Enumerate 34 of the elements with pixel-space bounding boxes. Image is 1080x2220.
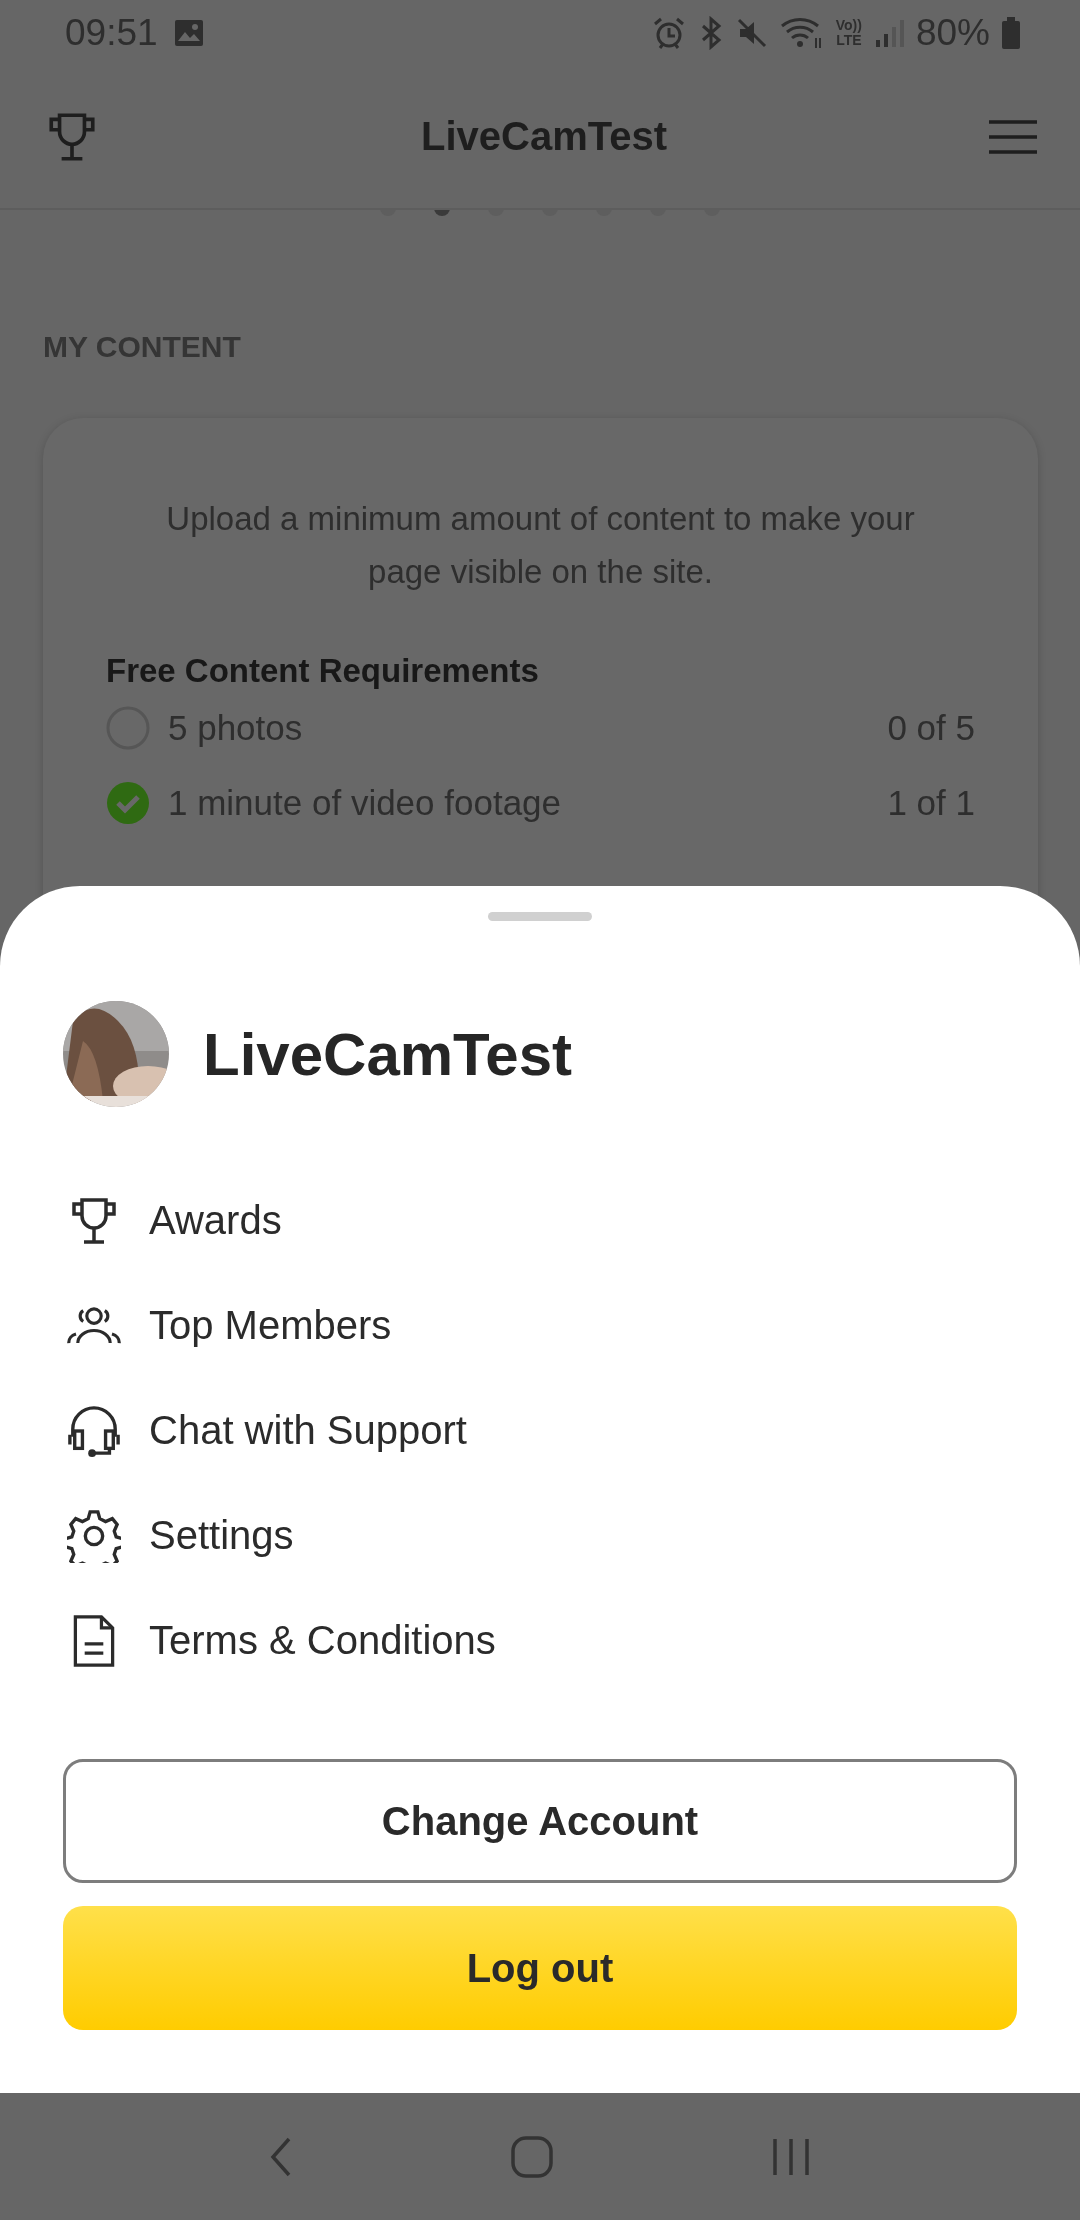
- home-button[interactable]: [510, 2134, 554, 2179]
- requirement-label: 5 photos: [168, 707, 303, 747]
- menu-button[interactable]: [989, 118, 1037, 155]
- menu-item[interactable]: Settings: [63, 1483, 1017, 1588]
- status-time: 09:51: [65, 11, 158, 54]
- home-icon: [510, 2134, 554, 2179]
- headset-icon: [67, 1403, 121, 1458]
- mute-icon: [735, 16, 768, 49]
- signal-icon: [873, 17, 904, 48]
- menu-item[interactable]: Awards: [63, 1168, 1017, 1273]
- lte-label: LTE: [836, 32, 862, 48]
- logout-button[interactable]: Log out: [63, 1906, 1017, 2030]
- app-title: LiveCamTest: [420, 114, 668, 159]
- menu-item[interactable]: Top Members: [63, 1273, 1017, 1378]
- card-description: Upload a minimum amount of content to make your page visible on the site.: [165, 499, 916, 592]
- recents-button[interactable]: [771, 2136, 812, 2177]
- battery-icon: [1002, 16, 1020, 49]
- menu-icon: [989, 118, 1037, 155]
- alarm-icon: [651, 15, 686, 50]
- back-button[interactable]: [268, 2136, 293, 2177]
- menu-item[interactable]: Terms & Conditions: [63, 1588, 1017, 1693]
- image-icon: [173, 18, 204, 47]
- requirement-label: 1 minute of video footage: [168, 782, 562, 822]
- recents-icon: [771, 2136, 812, 2177]
- requirements-title: Free Content Requirements: [106, 652, 539, 690]
- back-icon: [268, 2136, 293, 2177]
- drag-handle[interactable]: [488, 912, 592, 921]
- wifi-icon: [779, 15, 824, 50]
- battery-percentage: 80%: [915, 11, 990, 54]
- settings-icon: [67, 1508, 121, 1563]
- menu-item[interactable]: Chat with Support: [63, 1378, 1017, 1483]
- volte-label: Vo)): [835, 17, 862, 33]
- profile-name: LiveCamTest: [203, 1019, 573, 1089]
- change-account-button[interactable]: Change Account: [63, 1759, 1017, 1883]
